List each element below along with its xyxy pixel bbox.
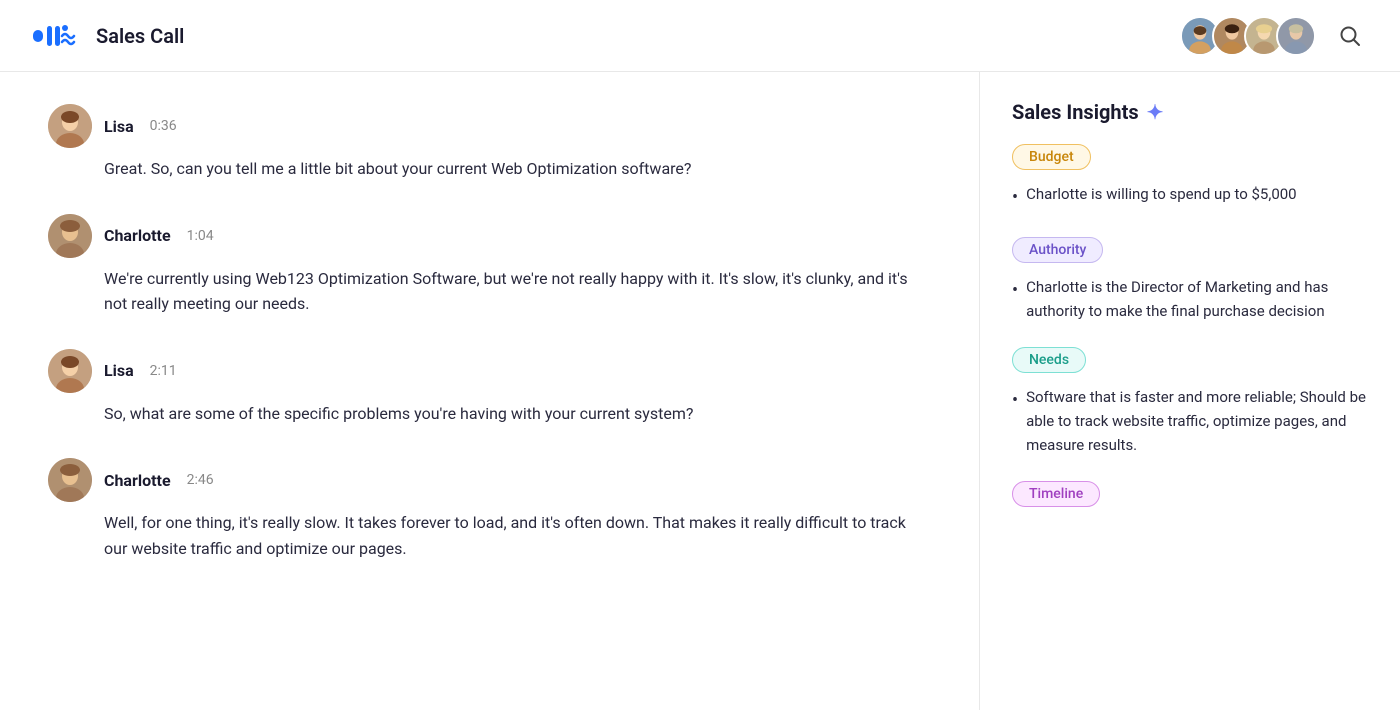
message-time: 0:36 <box>150 118 177 134</box>
header: Sales Call <box>0 0 1400 72</box>
insight-text: Software that is faster and more reliabl… <box>1026 385 1368 457</box>
insight-item: • Charlotte is willing to spend up to $5… <box>1012 182 1368 213</box>
insight-text: Charlotte is willing to spend up to $5,0… <box>1026 182 1297 206</box>
insight-section-timeline: Timeline <box>1012 481 1368 519</box>
main-content: Lisa 0:36 Great. So, can you tell me a l… <box>0 72 1400 710</box>
sparkle-icon: ✦ <box>1147 100 1164 124</box>
header-right <box>1180 16 1368 56</box>
badge-authority: Authority <box>1012 237 1103 263</box>
bullet-icon: • <box>1012 184 1018 213</box>
insights-title-text: Sales Insights <box>1012 100 1139 124</box>
message-header: Lisa 2:11 <box>48 349 931 393</box>
message-text: So, what are some of the specific proble… <box>104 401 931 427</box>
badge-timeline: Timeline <box>1012 481 1100 507</box>
avatar-lisa <box>48 349 92 393</box>
avatar-charlotte <box>48 458 92 502</box>
insight-section-authority: Authority • Charlotte is the Director of… <box>1012 237 1368 323</box>
message-time: 1:04 <box>187 228 214 244</box>
message-header: Lisa 0:36 <box>48 104 931 148</box>
speaker-name: Charlotte <box>104 471 171 490</box>
bullet-icon: • <box>1012 277 1018 306</box>
message-text: Well, for one thing, it's really slow. I… <box>104 510 931 561</box>
speaker-name: Lisa <box>104 361 134 380</box>
avatar-charlotte <box>48 214 92 258</box>
chat-panel: Lisa 0:36 Great. So, can you tell me a l… <box>0 72 980 710</box>
message-header: Charlotte 2:46 <box>48 458 931 502</box>
insight-text: Charlotte is the Director of Marketing a… <box>1026 275 1368 323</box>
message-block: Charlotte 1:04 We're currently using Web… <box>48 214 931 317</box>
insights-panel: Sales Insights ✦ Budget • Charlotte is w… <box>980 72 1400 710</box>
avatar-participant-4 <box>1276 16 1316 56</box>
badge-needs: Needs <box>1012 347 1086 373</box>
message-block: Lisa 2:11 So, what are some of the speci… <box>48 349 931 427</box>
page-title: Sales Call <box>96 24 184 48</box>
search-button[interactable] <box>1332 18 1368 54</box>
badge-budget: Budget <box>1012 144 1091 170</box>
insight-item: • Charlotte is the Director of Marketing… <box>1012 275 1368 323</box>
speaker-name: Charlotte <box>104 226 171 245</box>
insight-section-needs: Needs • Software that is faster and more… <box>1012 347 1368 457</box>
message-block: Lisa 0:36 Great. So, can you tell me a l… <box>48 104 931 182</box>
participant-avatars <box>1180 16 1316 56</box>
insights-title: Sales Insights ✦ <box>1012 100 1368 124</box>
avatar-lisa <box>48 104 92 148</box>
insight-item: • Software that is faster and more relia… <box>1012 385 1368 457</box>
message-text: We're currently using Web123 Optimizatio… <box>104 266 931 317</box>
message-time: 2:11 <box>150 363 177 379</box>
speaker-name: Lisa <box>104 117 134 136</box>
bullet-icon: • <box>1012 387 1018 416</box>
header-left: Sales Call <box>32 20 184 52</box>
message-time: 2:46 <box>187 472 214 488</box>
logo-icon <box>32 20 84 52</box>
message-block: Charlotte 2:46 Well, for one thing, it's… <box>48 458 931 561</box>
message-text: Great. So, can you tell me a little bit … <box>104 156 931 182</box>
insight-section-budget: Budget • Charlotte is willing to spend u… <box>1012 144 1368 213</box>
logo <box>32 20 84 52</box>
message-header: Charlotte 1:04 <box>48 214 931 258</box>
